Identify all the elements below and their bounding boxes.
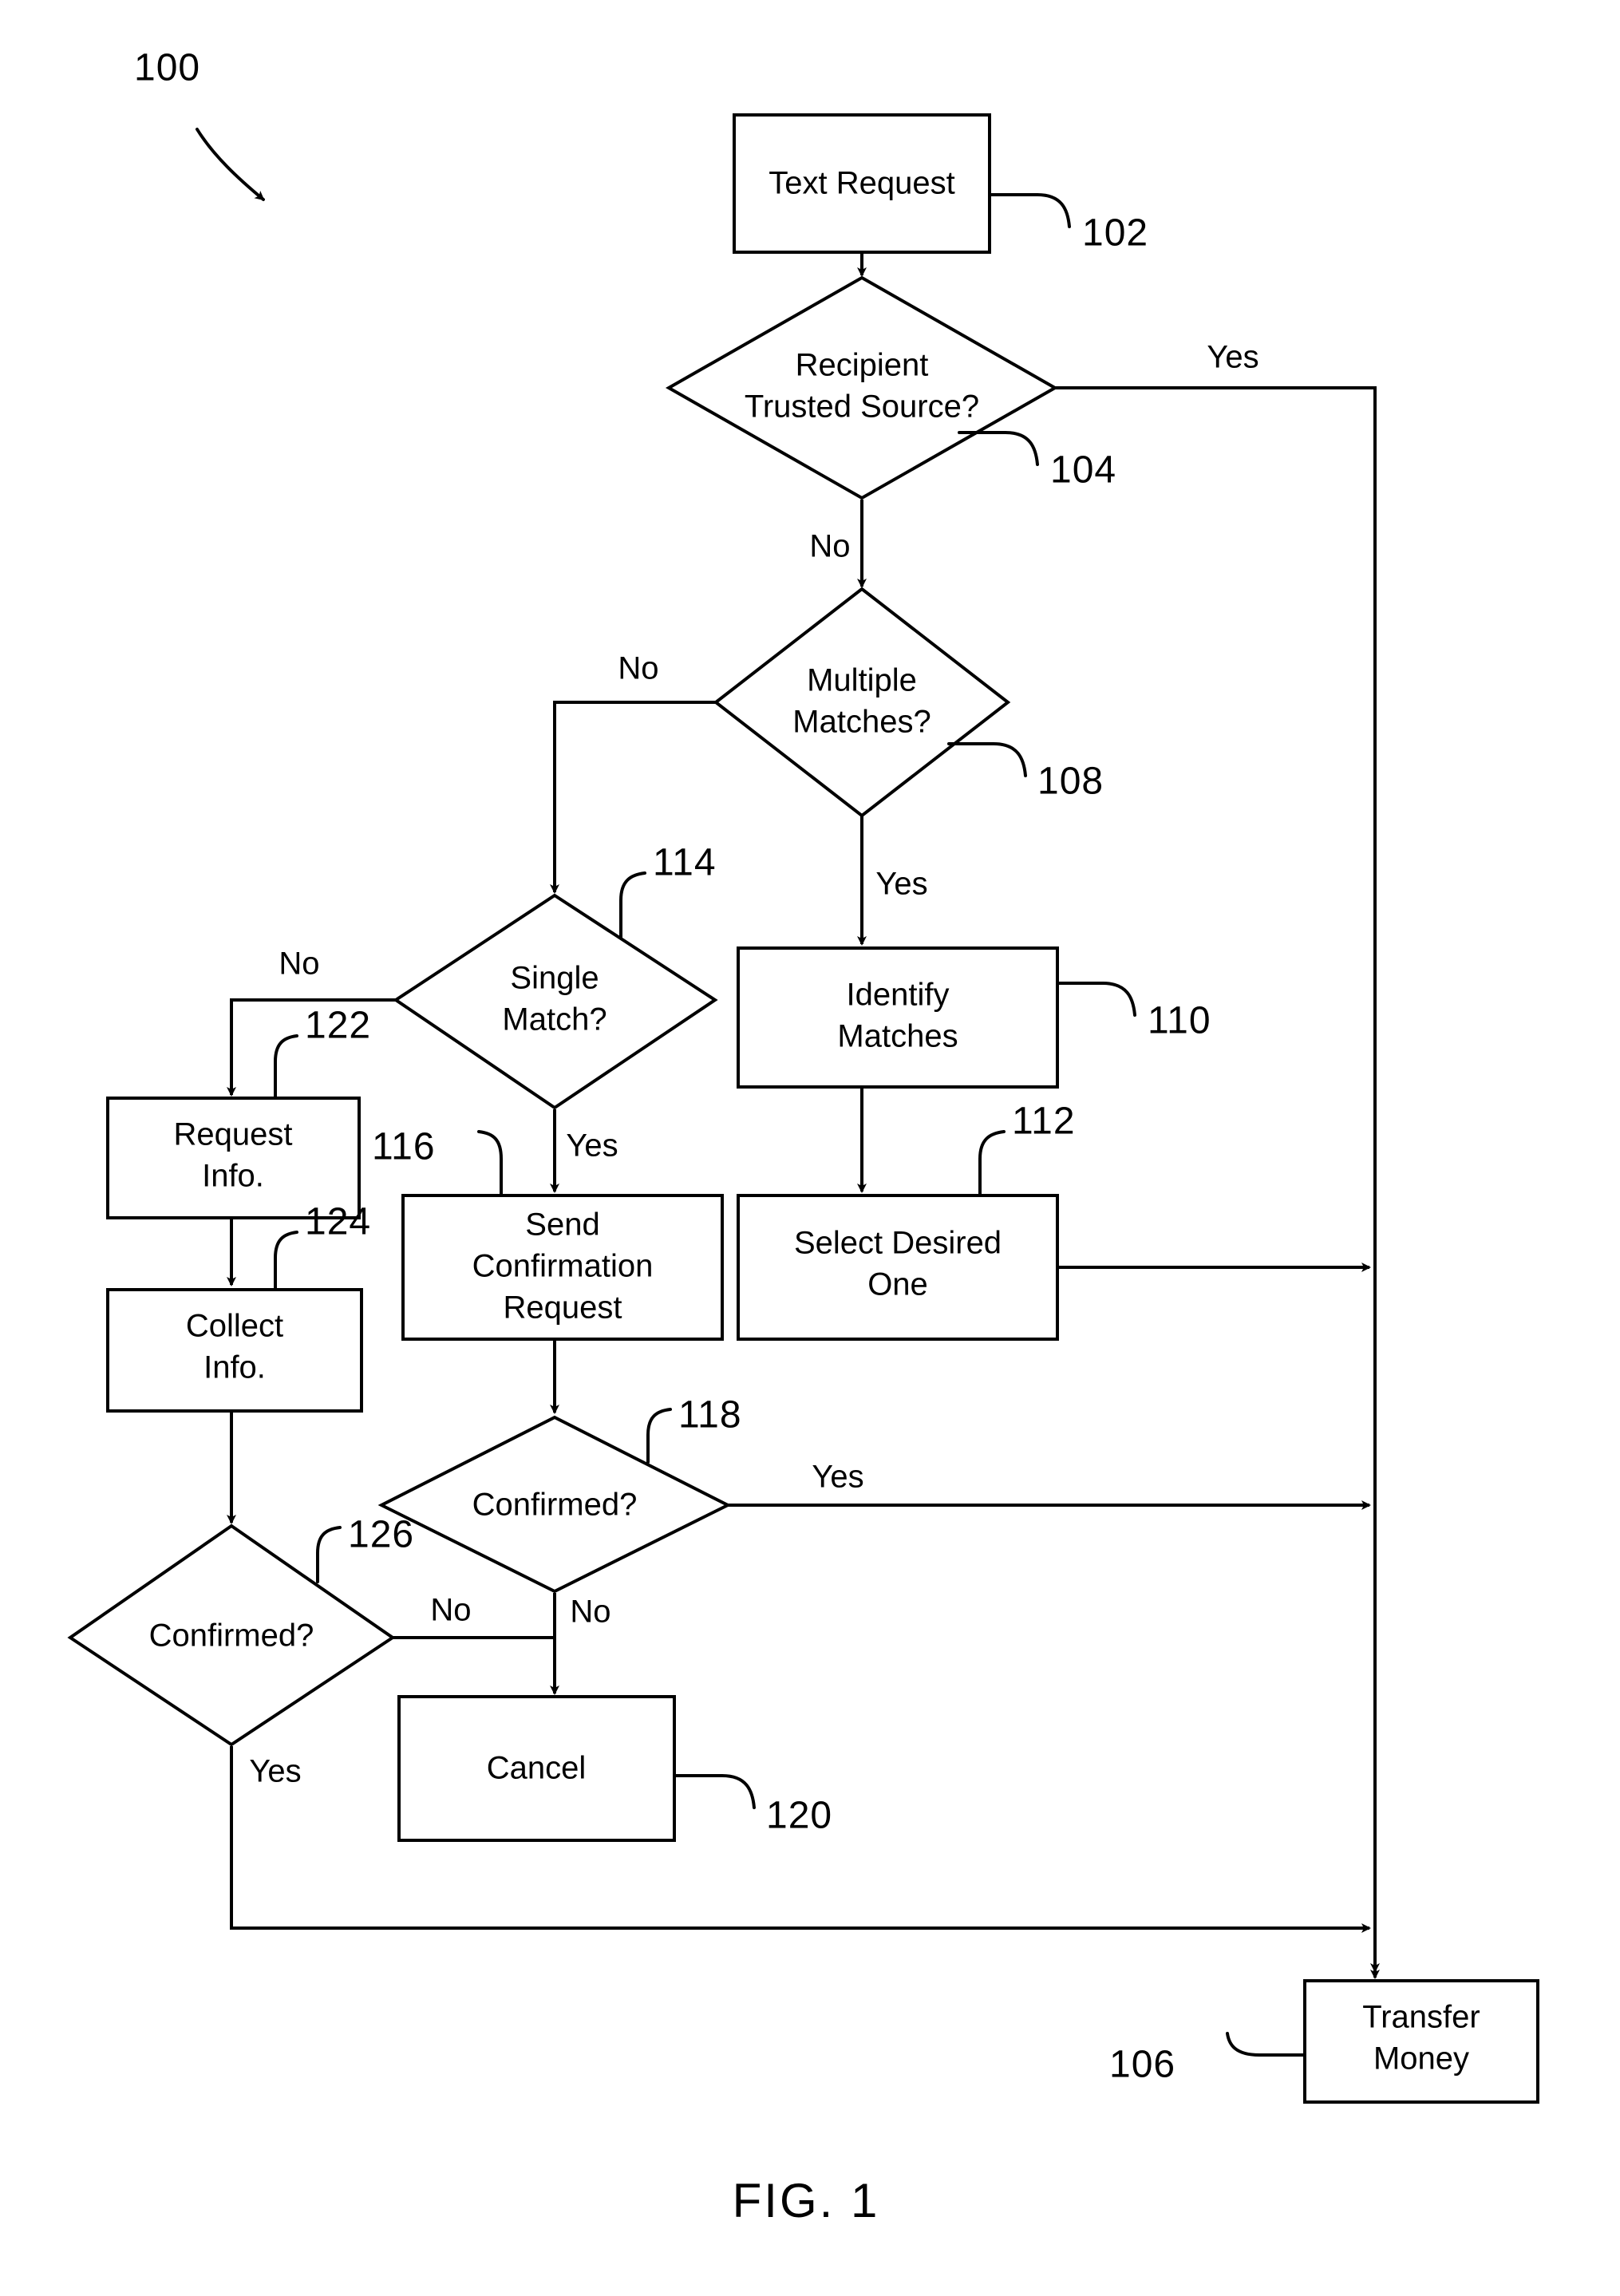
figure-page: Text Request Recipient Trusted Source? M… xyxy=(0,0,1620,2296)
ref-numeral-106: 106 xyxy=(1109,2044,1175,2086)
node-108-label-line1: Multiple xyxy=(807,663,917,698)
ref-numeral-116: 116 xyxy=(372,1126,436,1168)
leader-112 xyxy=(978,1130,1006,1197)
node-110-label-line1: Identify xyxy=(847,978,950,1013)
node-122-label-line2: Info. xyxy=(202,1159,264,1194)
leader-106 xyxy=(1226,2032,1306,2057)
edge-label-114-yes: Yes xyxy=(566,1128,618,1164)
node-108-label-line2: Matches? xyxy=(792,705,931,740)
node-102-label: Text Request xyxy=(769,166,954,201)
edge-label-104-yes: Yes xyxy=(1207,340,1258,375)
node-112-label-line2: One xyxy=(867,1267,928,1302)
node-126-label: Confirmed? xyxy=(149,1618,314,1654)
leader-118 xyxy=(646,1408,672,1464)
node-118-label: Confirmed? xyxy=(472,1488,638,1523)
leader-126 xyxy=(316,1526,342,1583)
node-110-label-line2: Matches xyxy=(837,1019,958,1054)
ref-numeral-122: 122 xyxy=(305,1005,371,1047)
edge-label-114-no: No xyxy=(279,946,319,982)
node-120-label: Cancel xyxy=(487,1751,587,1786)
node-124-label-line2: Info. xyxy=(203,1350,266,1385)
leader-110 xyxy=(1056,982,1136,1017)
ref-numeral-108: 108 xyxy=(1037,761,1104,803)
edge-label-118-yes: Yes xyxy=(812,1460,863,1495)
leader-120 xyxy=(673,1774,756,1809)
ref-numeral-120: 120 xyxy=(766,1795,832,1837)
ref-numeral-118: 118 xyxy=(678,1394,742,1436)
node-116-label-line1: Send xyxy=(525,1207,599,1243)
flowchart-canvas: Text Request Recipient Trusted Source? M… xyxy=(67,47,1539,2227)
figure-caption: FIG. 1 xyxy=(733,2174,880,2227)
node-104-label-line2: Trusted Source? xyxy=(745,389,979,425)
ref-numeral-126: 126 xyxy=(348,1514,414,1556)
ref-numeral-112: 112 xyxy=(1012,1101,1076,1143)
edge-label-104-no: No xyxy=(809,529,850,564)
leader-108 xyxy=(947,742,1027,777)
leader-114 xyxy=(619,871,646,939)
node-112-label-line1: Select Desired xyxy=(794,1226,1002,1261)
node-106-label-line1: Transfer xyxy=(1362,2000,1480,2035)
leader-116 xyxy=(477,1130,503,1197)
ref-numeral-104: 104 xyxy=(1050,449,1116,492)
leader-102 xyxy=(988,193,1071,228)
node-124-label-line1: Collect xyxy=(186,1309,283,1344)
node-116-label-line2: Confirmation xyxy=(472,1249,654,1284)
leader-100 xyxy=(196,128,265,201)
edge-label-126-yes: Yes xyxy=(249,1754,301,1789)
node-114-label-line2: Match? xyxy=(502,1002,607,1037)
node-104-recipient-trusted-source[interactable] xyxy=(665,275,1059,500)
ref-numeral-124: 124 xyxy=(305,1201,371,1243)
edge-104-yes-to-106 xyxy=(1055,386,1380,1973)
node-116-label-line3: Request xyxy=(504,1290,622,1326)
leader-124 xyxy=(274,1231,298,1291)
node-114-label-line1: Single xyxy=(510,961,599,996)
edge-label-108-yes: Yes xyxy=(875,867,927,902)
node-108-multiple-matches[interactable] xyxy=(713,587,1011,818)
ref-numeral-110: 110 xyxy=(1148,1000,1211,1042)
edge-label-108-no: No xyxy=(618,651,658,686)
node-104-label-line1: Recipient xyxy=(796,348,929,383)
ref-numeral-114: 114 xyxy=(653,842,717,884)
ref-numeral-102: 102 xyxy=(1082,212,1148,255)
node-106-label-line2: Money xyxy=(1373,2041,1469,2077)
leader-122 xyxy=(274,1034,298,1100)
edge-label-118-no: No xyxy=(570,1595,610,1630)
node-122-label-line1: Request xyxy=(174,1117,293,1152)
edge-label-126-no: No xyxy=(430,1593,471,1628)
node-110-identify-matches[interactable] xyxy=(737,946,1059,1089)
ref-numeral-100: 100 xyxy=(134,47,200,89)
